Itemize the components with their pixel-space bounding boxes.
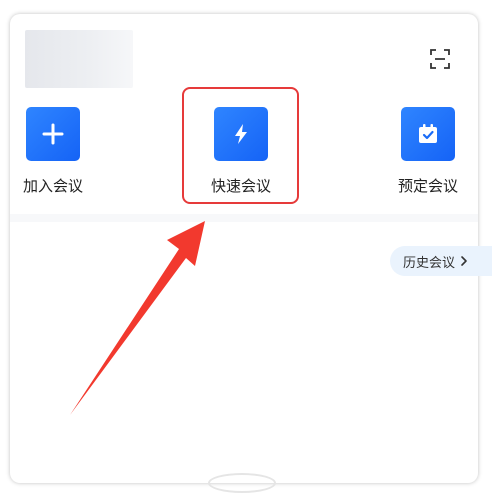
avatar[interactable] <box>25 30 133 88</box>
lightning-icon <box>235 124 247 144</box>
join-meeting-label: 加入会议 <box>22 177 83 195</box>
chevron-right-icon <box>461 256 467 266</box>
calendar-check-icon <box>419 124 437 143</box>
schedule-meeting-label: 预定会议 <box>397 177 458 195</box>
quick-meeting-button[interactable]: 快速会议 <box>196 107 286 196</box>
join-meeting-tile <box>26 107 80 161</box>
section-divider <box>10 214 478 222</box>
empty-state-illustration <box>208 473 276 493</box>
scan-icon <box>430 49 450 69</box>
history-meetings-button[interactable]: 历史会议 <box>390 246 492 276</box>
quick-meeting-tile <box>214 107 268 161</box>
scan-button[interactable] <box>428 47 452 71</box>
schedule-meeting-tile <box>401 107 455 161</box>
quick-meeting-label: 快速会议 <box>210 177 271 195</box>
history-meetings-label: 历史会议 <box>403 255 456 271</box>
plus-icon <box>42 123 64 145</box>
schedule-meeting-button[interactable]: 预定会议 <box>383 107 473 196</box>
join-meeting-button[interactable]: 加入会议 <box>10 107 98 196</box>
